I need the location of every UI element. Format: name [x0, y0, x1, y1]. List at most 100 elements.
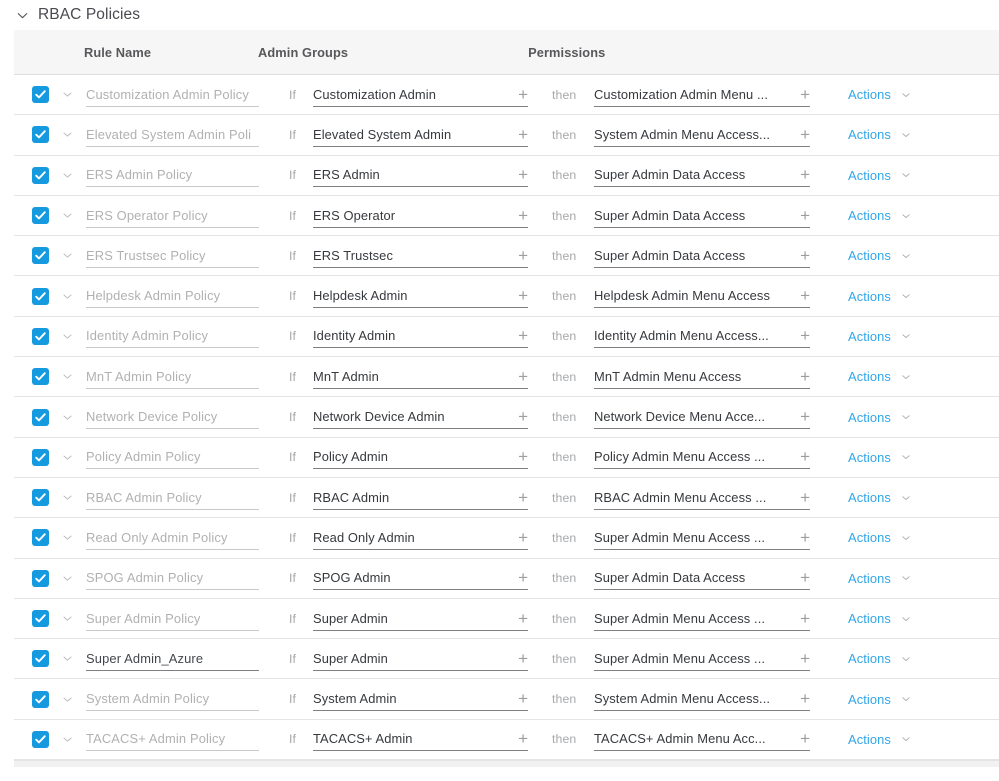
plus-icon[interactable]: + [510, 207, 528, 224]
chevron-down-icon[interactable] [60, 410, 74, 424]
admin-group-input[interactable]: System Admin + [313, 687, 528, 712]
admin-group-input[interactable]: Identity Admin + [313, 324, 528, 349]
plus-icon[interactable]: + [510, 166, 528, 183]
plus-icon[interactable]: + [510, 368, 528, 385]
row-actions-menu[interactable]: Actions [848, 651, 913, 666]
row-select-checkbox[interactable] [32, 529, 49, 547]
row-actions-menu[interactable]: Actions [848, 530, 913, 545]
plus-icon[interactable]: + [510, 730, 528, 747]
admin-group-input[interactable]: Super Admin + [313, 607, 528, 631]
admin-group-input[interactable]: Read Only Admin + [313, 526, 528, 550]
plus-icon[interactable]: + [510, 327, 528, 344]
admin-group-input[interactable]: Super Admin + [313, 647, 528, 671]
chevron-down-icon[interactable] [900, 290, 913, 303]
chevron-down-icon[interactable] [60, 692, 74, 706]
chevron-down-icon[interactable] [900, 249, 913, 262]
plus-icon[interactable]: + [510, 408, 528, 425]
chevron-down-icon[interactable] [60, 652, 74, 666]
admin-group-input[interactable]: ERS Trustsec + [313, 244, 528, 268]
chevron-down-icon[interactable] [60, 370, 74, 384]
chevron-down-icon[interactable] [900, 128, 913, 141]
rule-name-input[interactable]: TACACS+ Admin Policy [86, 727, 259, 752]
row-select-checkbox[interactable] [32, 287, 49, 305]
permission-input[interactable]: Identity Admin Menu Access... + [594, 324, 810, 349]
permission-input[interactable]: Super Admin Menu Access ... + [594, 647, 810, 671]
plus-icon[interactable]: + [792, 690, 810, 707]
chevron-down-icon[interactable] [900, 88, 913, 101]
plus-icon[interactable]: + [510, 610, 528, 627]
plus-icon[interactable]: + [792, 529, 810, 546]
row-actions-menu[interactable]: Actions [848, 329, 913, 344]
plus-icon[interactable]: + [792, 166, 810, 183]
plus-icon[interactable]: + [510, 489, 528, 506]
chevron-down-icon[interactable] [900, 531, 913, 544]
plus-icon[interactable]: + [510, 569, 528, 586]
rule-name-input[interactable]: Elevated System Admin Poli [86, 123, 259, 147]
admin-group-input[interactable]: RBAC Admin + [313, 486, 528, 510]
chevron-down-icon[interactable] [60, 571, 74, 585]
row-select-checkbox[interactable] [32, 650, 49, 668]
row-actions-menu[interactable]: Actions [848, 208, 913, 223]
chevron-down-icon[interactable] [900, 572, 913, 585]
permission-input[interactable]: Super Admin Data Access + [594, 244, 810, 268]
chevron-down-icon[interactable] [60, 329, 74, 343]
row-select-checkbox[interactable] [32, 126, 49, 144]
chevron-down-icon[interactable] [900, 491, 913, 504]
rule-name-input[interactable]: SPOG Admin Policy [86, 566, 259, 591]
plus-icon[interactable]: + [792, 287, 810, 304]
plus-icon[interactable]: + [510, 86, 528, 103]
row-select-checkbox[interactable] [32, 247, 49, 265]
plus-icon[interactable]: + [510, 650, 528, 667]
rule-name-input[interactable]: Network Device Policy [86, 405, 259, 430]
rule-name-input[interactable]: RBAC Admin Policy [86, 486, 259, 510]
chevron-down-icon[interactable] [900, 169, 913, 182]
chevron-down-icon[interactable] [900, 330, 913, 343]
rule-name-input[interactable]: Super Admin Policy [86, 607, 259, 631]
plus-icon[interactable]: + [510, 247, 528, 264]
permission-input[interactable]: TACACS+ Admin Menu Acc... + [594, 727, 810, 752]
chevron-down-icon[interactable] [60, 531, 74, 545]
chevron-down-icon[interactable] [900, 411, 913, 424]
row-actions-menu[interactable]: Actions [848, 692, 913, 707]
permission-input[interactable]: System Admin Menu Access... + [594, 687, 810, 712]
plus-icon[interactable]: + [792, 610, 810, 627]
admin-group-input[interactable]: Elevated System Admin + [313, 123, 528, 147]
rule-name-input[interactable]: Helpdesk Admin Policy [86, 284, 259, 309]
plus-icon[interactable]: + [792, 448, 810, 465]
permission-input[interactable]: Super Admin Data Access + [594, 163, 810, 188]
plus-icon[interactable]: + [510, 690, 528, 707]
chevron-down-icon[interactable] [60, 88, 74, 102]
chevron-down-icon[interactable] [60, 168, 74, 182]
plus-icon[interactable]: + [792, 126, 810, 143]
permission-input[interactable]: Super Admin Menu Access ... + [594, 607, 810, 631]
row-select-checkbox[interactable] [32, 166, 49, 184]
row-select-checkbox[interactable] [32, 86, 49, 104]
chevron-down-icon[interactable] [60, 128, 74, 142]
chevron-down-icon[interactable] [900, 693, 913, 706]
row-actions-menu[interactable]: Actions [848, 571, 913, 586]
permission-input[interactable]: Helpdesk Admin Menu Access + [594, 284, 810, 309]
plus-icon[interactable]: + [792, 730, 810, 747]
chevron-down-icon[interactable] [900, 733, 913, 746]
rule-name-input[interactable]: ERS Trustsec Policy [86, 244, 259, 268]
permission-input[interactable]: Super Admin Data Access + [594, 204, 810, 228]
row-select-checkbox[interactable] [32, 448, 49, 466]
row-actions-menu[interactable]: Actions [848, 732, 913, 747]
chevron-down-icon[interactable] [60, 450, 74, 464]
admin-group-input[interactable]: Helpdesk Admin + [313, 284, 528, 309]
chevron-down-icon[interactable] [60, 491, 74, 505]
rule-name-input[interactable]: MnT Admin Policy [86, 365, 259, 389]
rule-name-input[interactable]: ERS Operator Policy [86, 204, 259, 228]
row-select-checkbox[interactable] [32, 730, 49, 748]
plus-icon[interactable]: + [792, 368, 810, 385]
row-select-checkbox[interactable] [32, 408, 49, 426]
permission-input[interactable]: MnT Admin Menu Access + [594, 365, 810, 389]
row-select-checkbox[interactable] [32, 569, 49, 587]
chevron-down-icon[interactable] [14, 7, 30, 23]
plus-icon[interactable]: + [510, 529, 528, 546]
row-select-checkbox[interactable] [32, 610, 49, 627]
row-actions-menu[interactable]: Actions [848, 87, 913, 102]
plus-icon[interactable]: + [792, 327, 810, 344]
rule-name-input[interactable]: Customization Admin Policy [86, 83, 259, 107]
admin-group-input[interactable]: MnT Admin + [313, 365, 528, 389]
